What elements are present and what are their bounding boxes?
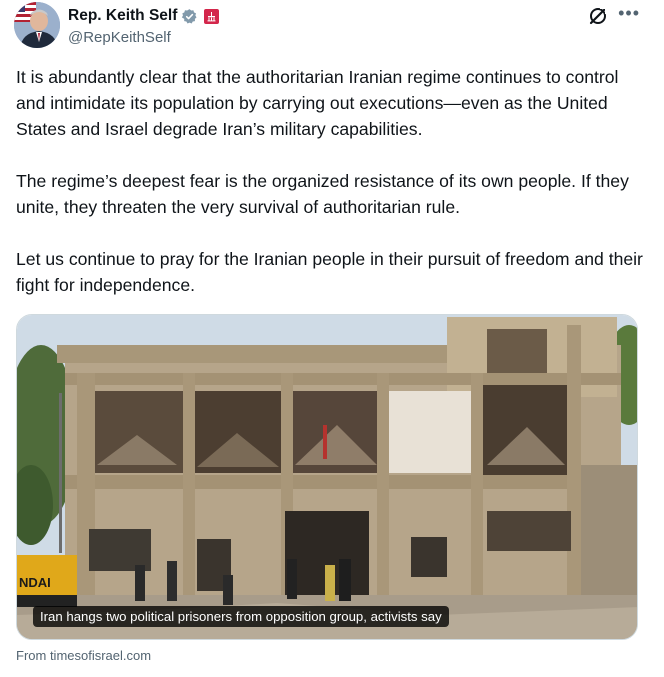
verified-badge-icon[interactable] xyxy=(181,8,198,25)
more-options-icon[interactable]: ••• xyxy=(618,3,640,23)
tweet-header: Rep. Keith Self @RepKeithSelf ••• xyxy=(14,2,650,48)
government-affiliation-icon[interactable] xyxy=(204,8,220,24)
author-handle[interactable]: @RepKeithSelf xyxy=(68,29,219,46)
card-headline[interactable]: Iran hangs two political prisoners from … xyxy=(33,606,449,627)
avatar[interactable] xyxy=(14,2,60,48)
tweet-body: It is abundantly clear that the authorit… xyxy=(16,64,646,298)
excavator-brand-text: NDAI xyxy=(19,575,51,590)
link-preview-card[interactable]: NDAI Iran hangs two political prisoners … xyxy=(16,314,638,640)
damaged-building-photo: NDAI xyxy=(17,315,637,639)
tweet-paragraph: The regime’s deepest fear is the organiz… xyxy=(16,171,629,217)
tweet-paragraph: Let us continue to pray for the Iranian … xyxy=(16,249,643,295)
author-names: Rep. Keith Self @RepKeithSelf xyxy=(68,6,220,46)
author-display-name[interactable]: Rep. Keith Self xyxy=(68,7,177,25)
grok-icon[interactable] xyxy=(588,6,608,26)
tweet-paragraph: It is abundantly clear that the authorit… xyxy=(16,67,619,139)
card-source-link[interactable]: From timesofisrael.com xyxy=(16,648,151,663)
